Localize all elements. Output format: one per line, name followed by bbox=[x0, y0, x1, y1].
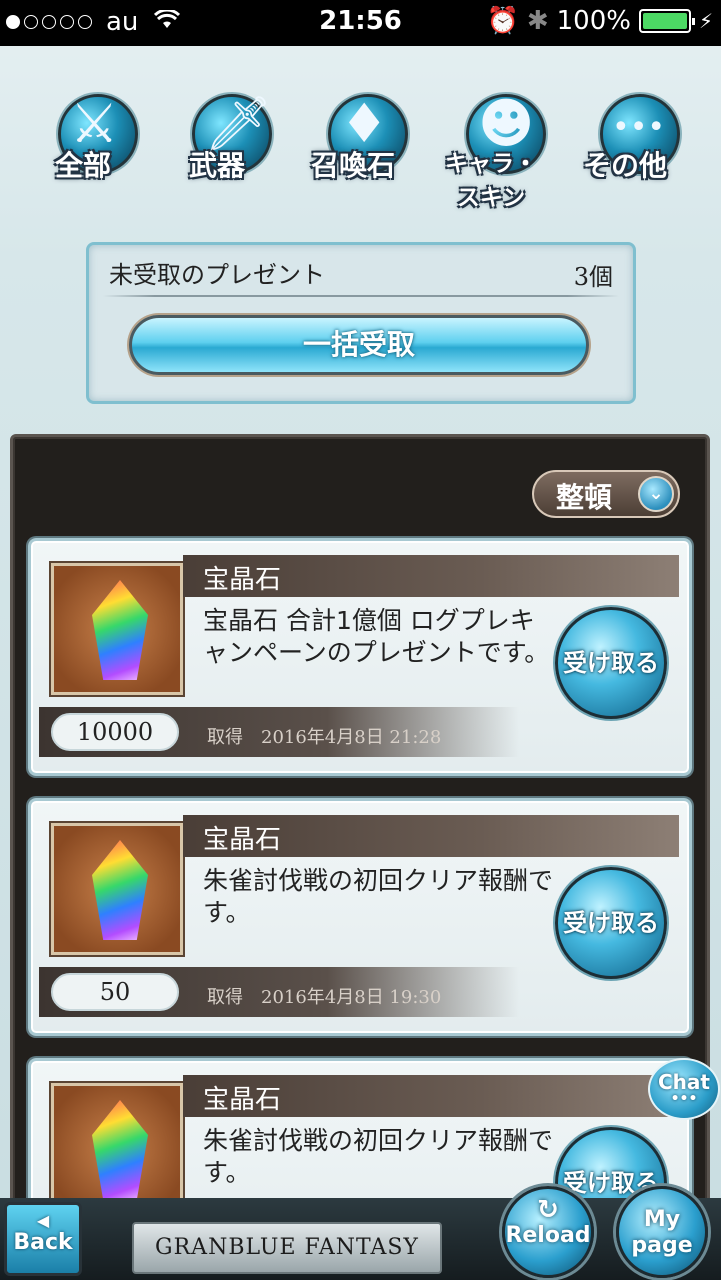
bluetooth-icon: ✱ bbox=[526, 6, 549, 36]
back-label: Back bbox=[13, 1230, 73, 1255]
game-logo: GRANBLUE FANTASY bbox=[132, 1222, 442, 1274]
tab-characters[interactable]: ☻ キャラ・スキン bbox=[436, 84, 546, 211]
crystal-icon bbox=[92, 580, 148, 680]
unclaimed-summary-panel: 未受取のプレゼント 3個 一括受取 bbox=[86, 242, 636, 404]
status-bar: au 21:56 ⏰ ✱ 100% ⚡ bbox=[0, 0, 721, 46]
charging-icon: ⚡ bbox=[698, 9, 713, 33]
item-description: 宝晶石 合計1億個 ログプレキャンペーンのプレゼントです。 bbox=[203, 606, 550, 667]
sort-label: 整頓 bbox=[556, 481, 613, 514]
status-right: ⏰ ✱ 100% ⚡ bbox=[486, 6, 713, 36]
reload-icon: ↻ bbox=[537, 1195, 559, 1225]
chat-button[interactable]: Chat ••• bbox=[648, 1058, 720, 1120]
item-name: 宝晶石 bbox=[203, 825, 282, 855]
tab-summons[interactable]: ♦ 召喚石 bbox=[298, 84, 408, 194]
reload-label: Reload bbox=[505, 1223, 591, 1248]
item-thumbnail bbox=[51, 1083, 183, 1215]
present-card: 宝晶石 朱雀討伐戦の初回クリア報酬です。 50 取得 2016年4月8日 19:… bbox=[28, 798, 692, 1036]
summary-title: 未受取のプレゼント bbox=[109, 261, 325, 289]
back-arrow-icon: ◀ bbox=[36, 1211, 50, 1230]
crystal-icon bbox=[92, 1100, 148, 1200]
summary-count: 3個 bbox=[573, 263, 613, 291]
tab-all[interactable]: ⚔ 全部 bbox=[28, 84, 138, 194]
item-thumbnail bbox=[51, 823, 183, 955]
more-icon: ••• bbox=[612, 110, 666, 145]
card-header: 宝晶石 bbox=[183, 555, 679, 597]
tab-weapons[interactable]: 🗡 武器 bbox=[162, 84, 273, 194]
battery-icon bbox=[638, 9, 695, 33]
chat-dots-icon: ••• bbox=[670, 1091, 698, 1107]
item-quantity: 50 bbox=[51, 973, 179, 1011]
received-date: 取得 2016年4月8日 19:30 bbox=[207, 987, 442, 1008]
battery-percent: 100% bbox=[556, 6, 631, 36]
mypage-label: My page bbox=[631, 1207, 693, 1258]
receive-button[interactable]: 受け取る bbox=[555, 867, 667, 979]
card-header: 宝晶石 bbox=[183, 1075, 679, 1117]
category-tabs: ⚔ 全部 🗡 武器 ♦ 召喚石 ☻ キャラ・スキン ••• その他 bbox=[0, 84, 721, 211]
divider bbox=[103, 295, 619, 297]
tab-label: キャラ・スキン bbox=[445, 151, 537, 211]
received-date: 取得 2016年4月8日 21:28 bbox=[207, 727, 442, 748]
tab-label: 全部 bbox=[54, 149, 111, 182]
item-description: 朱雀討伐戦の初回クリア報酬です。 bbox=[203, 866, 554, 927]
item-thumbnail bbox=[51, 563, 183, 695]
chevron-down-icon: ⌄ bbox=[638, 476, 674, 512]
back-button[interactable]: ◀ Back bbox=[4, 1202, 82, 1276]
item-quantity: 10000 bbox=[51, 713, 179, 751]
sort-button[interactable]: 整頓 ⌄ bbox=[532, 470, 680, 518]
claim-all-button[interactable]: 一括受取 bbox=[129, 315, 589, 375]
item-name: 宝晶石 bbox=[203, 1085, 282, 1115]
item-name: 宝晶石 bbox=[203, 565, 282, 595]
tab-label: 武器 bbox=[188, 149, 245, 182]
present-card: 宝晶石 宝晶石 合計1億個 ログプレキャンペーンのプレゼントです。 10000 … bbox=[28, 538, 692, 776]
reload-button[interactable]: ↻ Reload bbox=[502, 1186, 594, 1278]
tab-label: 召喚石 bbox=[310, 149, 395, 182]
crystal-icon bbox=[92, 840, 148, 940]
receive-button[interactable]: 受け取る bbox=[555, 607, 667, 719]
mypage-button[interactable]: My page bbox=[616, 1186, 708, 1278]
alarm-icon: ⏰ bbox=[486, 6, 519, 36]
card-header: 宝晶石 bbox=[183, 815, 679, 857]
tab-label: その他 bbox=[582, 149, 667, 182]
tab-other[interactable]: ••• その他 bbox=[570, 84, 680, 194]
item-description: 朱雀討伐戦の初回クリア報酬です。 bbox=[203, 1126, 554, 1187]
chat-label: Chat bbox=[658, 1070, 710, 1094]
